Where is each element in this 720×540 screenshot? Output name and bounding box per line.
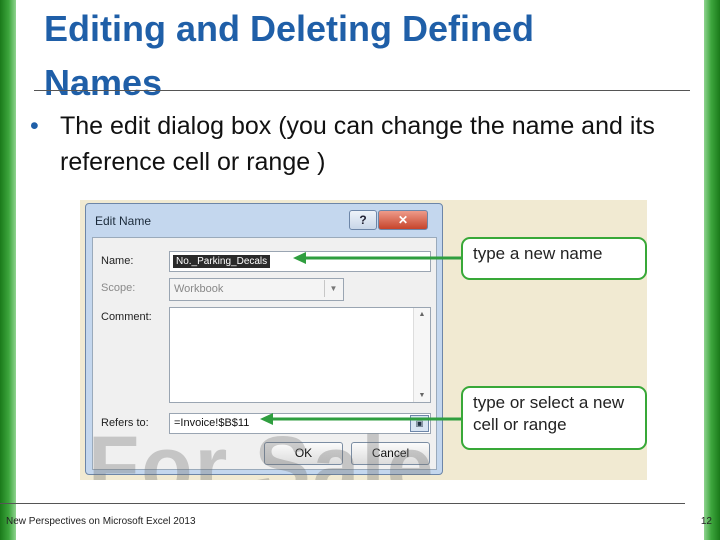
callout-type-select-range: type or select a new cell or range	[461, 386, 647, 450]
footer-divider	[0, 503, 685, 504]
bullet-text: The edit dialog box (you can change the …	[60, 112, 655, 176]
footer-text: New Perspectives on Microsoft Excel 2013	[6, 516, 196, 527]
bullet-symbol: •	[30, 112, 39, 140]
title-divider	[34, 90, 690, 91]
callout-type-new-name: type a new name	[461, 237, 647, 280]
refers-arrow-head	[260, 413, 273, 425]
right-green-bar	[704, 0, 720, 540]
dialog-screenshot: Edit Name ? ✕ Name: No._Parking_Decals S…	[80, 200, 647, 480]
left-green-bar	[0, 0, 16, 540]
slide-title: Editing and Deleting Defined Names	[44, 8, 535, 103]
page-number: 12	[700, 516, 712, 527]
name-arrow-head	[293, 252, 306, 264]
